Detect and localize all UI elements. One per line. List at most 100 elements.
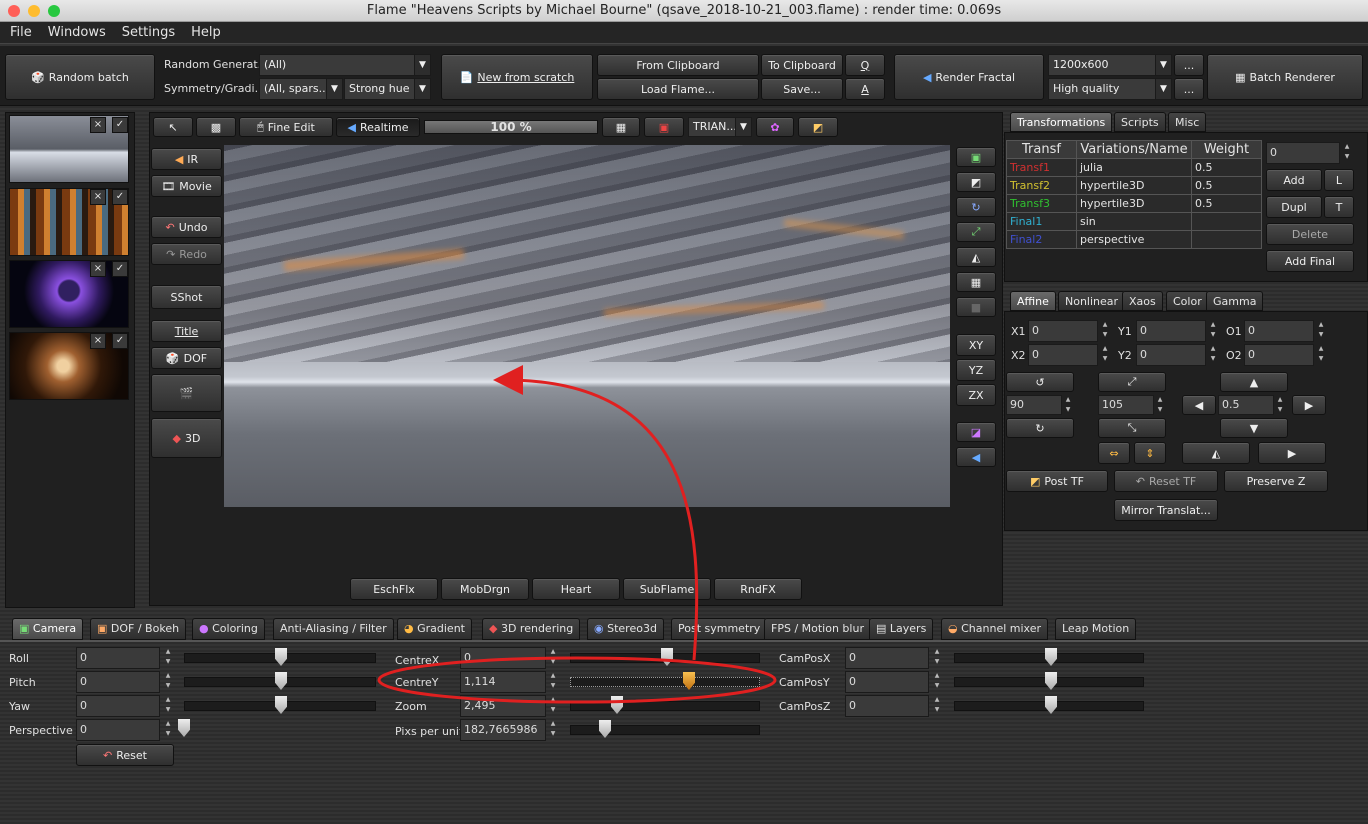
quality-select[interactable]: High quality ▼ [1048, 78, 1172, 100]
o1-input[interactable]: 0 [1244, 320, 1314, 342]
slider-thumb[interactable] [1045, 648, 1057, 666]
thumbnail-4[interactable] [9, 332, 129, 400]
move-left-button[interactable]: ◀ [1182, 395, 1216, 415]
x2-input[interactable]: 0 [1028, 344, 1098, 366]
flip-vertical-button[interactable]: ⇕ [1134, 442, 1166, 464]
mirror-left-button[interactable]: ◭ [1182, 442, 1250, 464]
slider-thumb[interactable] [275, 696, 287, 714]
select-thumbnail-checkbox[interactable]: ✓ [112, 333, 128, 349]
batch-renderer-button[interactable]: ▦ Batch Renderer [1207, 54, 1363, 100]
tab-transformations[interactable]: Transformations [1010, 112, 1113, 132]
quality-edit-button[interactable]: ... [1174, 78, 1204, 100]
centrex-input[interactable]: 0 [460, 647, 546, 669]
tab-anti-aliasing[interactable]: Anti-Aliasing / Filter [273, 618, 394, 640]
centrey-spinner[interactable]: ▲ ▼ [548, 671, 558, 693]
yaw-input[interactable]: 0 [76, 695, 160, 717]
camposz-slider[interactable] [954, 696, 1144, 714]
thumbnail-2[interactable] [9, 188, 129, 256]
tab-nonlinear[interactable]: Nonlinear [1058, 291, 1126, 311]
color-preview-button[interactable]: ◪ [956, 422, 996, 442]
fit-view-button[interactable]: ▣ [956, 147, 996, 167]
from-clipboard-button[interactable]: From Clipboard [597, 54, 759, 76]
color-wheel-button[interactable]: ✿ [756, 117, 794, 137]
add-final-button[interactable]: Add Final [1266, 250, 1354, 272]
pitch-slider[interactable] [184, 672, 376, 690]
select-view-button[interactable]: ◩ [956, 172, 996, 192]
pixs-per-unit-spinner[interactable]: ▲ ▼ [548, 719, 558, 741]
fractal-preview[interactable] [224, 145, 950, 507]
redo-button[interactable]: ↷ Redo [151, 243, 222, 265]
centrex-slider[interactable] [570, 648, 760, 666]
zoom-window-icon[interactable] [48, 5, 60, 17]
x1-input[interactable]: 0 [1028, 320, 1098, 342]
random-generator-select[interactable]: (All) ▼ [259, 54, 431, 76]
thumbnail-1[interactable] [9, 115, 129, 183]
t-button[interactable]: T [1324, 196, 1354, 218]
tab-gradient[interactable]: ◕ Gradient [397, 618, 472, 640]
tab-scripts[interactable]: Scripts [1114, 112, 1166, 132]
load-flame-button[interactable]: Load Flame... [597, 78, 759, 100]
slider-thumb[interactable] [1045, 672, 1057, 690]
random-batch-button[interactable]: 🎲 Random batch [5, 54, 155, 100]
grid-toggle-button[interactable]: ▦ [602, 117, 640, 137]
perspective-spinner[interactable]: ▲ ▼ [163, 719, 173, 741]
remove-thumbnail-icon[interactable]: × [90, 261, 106, 277]
x1-spinner[interactable]: ▲ ▼ [1100, 320, 1110, 342]
remove-thumbnail-icon[interactable]: × [90, 189, 106, 205]
o1-spinner[interactable]: ▲ ▼ [1316, 320, 1326, 342]
render-fractal-button[interactable]: ◀ Render Fractal [894, 54, 1044, 100]
tab-color[interactable]: Color [1166, 291, 1209, 311]
o2-input[interactable]: 0 [1244, 344, 1314, 366]
menu-windows[interactable]: Windows [48, 22, 106, 43]
menu-help[interactable]: Help [191, 22, 221, 43]
weight-spinner[interactable]: ▲ ▼ [1342, 142, 1352, 164]
resolution-select[interactable]: 1200x600 ▼ [1048, 54, 1172, 76]
centrey-input[interactable]: 1,114 [460, 671, 546, 693]
realtime-toggle[interactable]: ◀ Realtime [336, 117, 420, 137]
script-mobdrgn-button[interactable]: MobDrgn [441, 578, 529, 600]
perspective-slider[interactable] [176, 719, 376, 737]
centrex-spinner[interactable]: ▲ ▼ [548, 647, 558, 669]
rotate-right-button[interactable]: ↻ [1006, 418, 1074, 438]
script-heart-button[interactable]: Heart [532, 578, 620, 600]
post-tf-button[interactable]: ◩ Post TF [1006, 470, 1108, 492]
frame-toggle-button[interactable]: ▣ [644, 117, 684, 137]
x2-spinner[interactable]: ▲ ▼ [1100, 344, 1110, 366]
add-transform-button[interactable]: Add [1266, 169, 1322, 191]
tab-3d-rendering[interactable]: ◆ 3D rendering [482, 618, 581, 640]
mirror-right-button[interactable]: ▶ [1258, 442, 1326, 464]
triangle-style-select[interactable]: TRIAN... ▼ [688, 117, 752, 137]
tab-layers[interactable]: ▤ Layers [869, 618, 934, 640]
tab-camera[interactable]: ▣ Camera [12, 618, 84, 640]
background-toggle-button[interactable]: ▩ [196, 117, 236, 137]
select-thumbnail-checkbox[interactable]: ✓ [112, 261, 128, 277]
y2-input[interactable]: 0 [1136, 344, 1206, 366]
move-amount-input[interactable]: 0.5 [1218, 395, 1274, 415]
table-row[interactable]: Transf2 hypertile3D 0.5 [1006, 176, 1262, 195]
roll-slider[interactable] [184, 648, 376, 666]
script-eschflx-button[interactable]: EschFlx [350, 578, 438, 600]
slider-thumb[interactable] [275, 648, 287, 666]
auto-button[interactable]: A [845, 78, 885, 100]
slider-thumb[interactable] [178, 719, 190, 737]
zoom-view-button[interactable]: ⤢ [956, 222, 996, 242]
camposy-spinner[interactable]: ▲ ▼ [932, 671, 942, 693]
link-transform-button[interactable]: L [1324, 169, 1354, 191]
slider-thumb[interactable] [683, 672, 695, 690]
title-button[interactable]: Title [151, 320, 222, 342]
tab-stereo3d[interactable]: ◉ Stereo3d [587, 618, 664, 640]
scale-up-button[interactable]: ⤢ [1098, 372, 1166, 392]
scale-amount-spinner[interactable]: ▲ ▼ [1155, 395, 1165, 415]
select-thumbnail-checkbox[interactable]: ✓ [112, 189, 128, 205]
to-clipboard-button[interactable]: To Clipboard [761, 54, 843, 76]
select-thumbnail-checkbox[interactable]: ✓ [112, 117, 128, 133]
tab-affine[interactable]: Affine [1010, 291, 1056, 311]
quick-save-button[interactable]: Q [845, 54, 885, 76]
zoom-slider[interactable] [570, 696, 760, 714]
tab-channel-mixer[interactable]: ◒ Channel mixer [941, 618, 1048, 640]
mirror-translation-button[interactable]: Mirror Translat... [1114, 499, 1218, 521]
pitch-spinner[interactable]: ▲ ▼ [163, 671, 173, 693]
camposz-input[interactable]: 0 [845, 695, 929, 717]
dof-button[interactable]: 🎲 DOF [151, 347, 222, 369]
flip-horizontal-button[interactable]: ⇔ [1098, 442, 1130, 464]
